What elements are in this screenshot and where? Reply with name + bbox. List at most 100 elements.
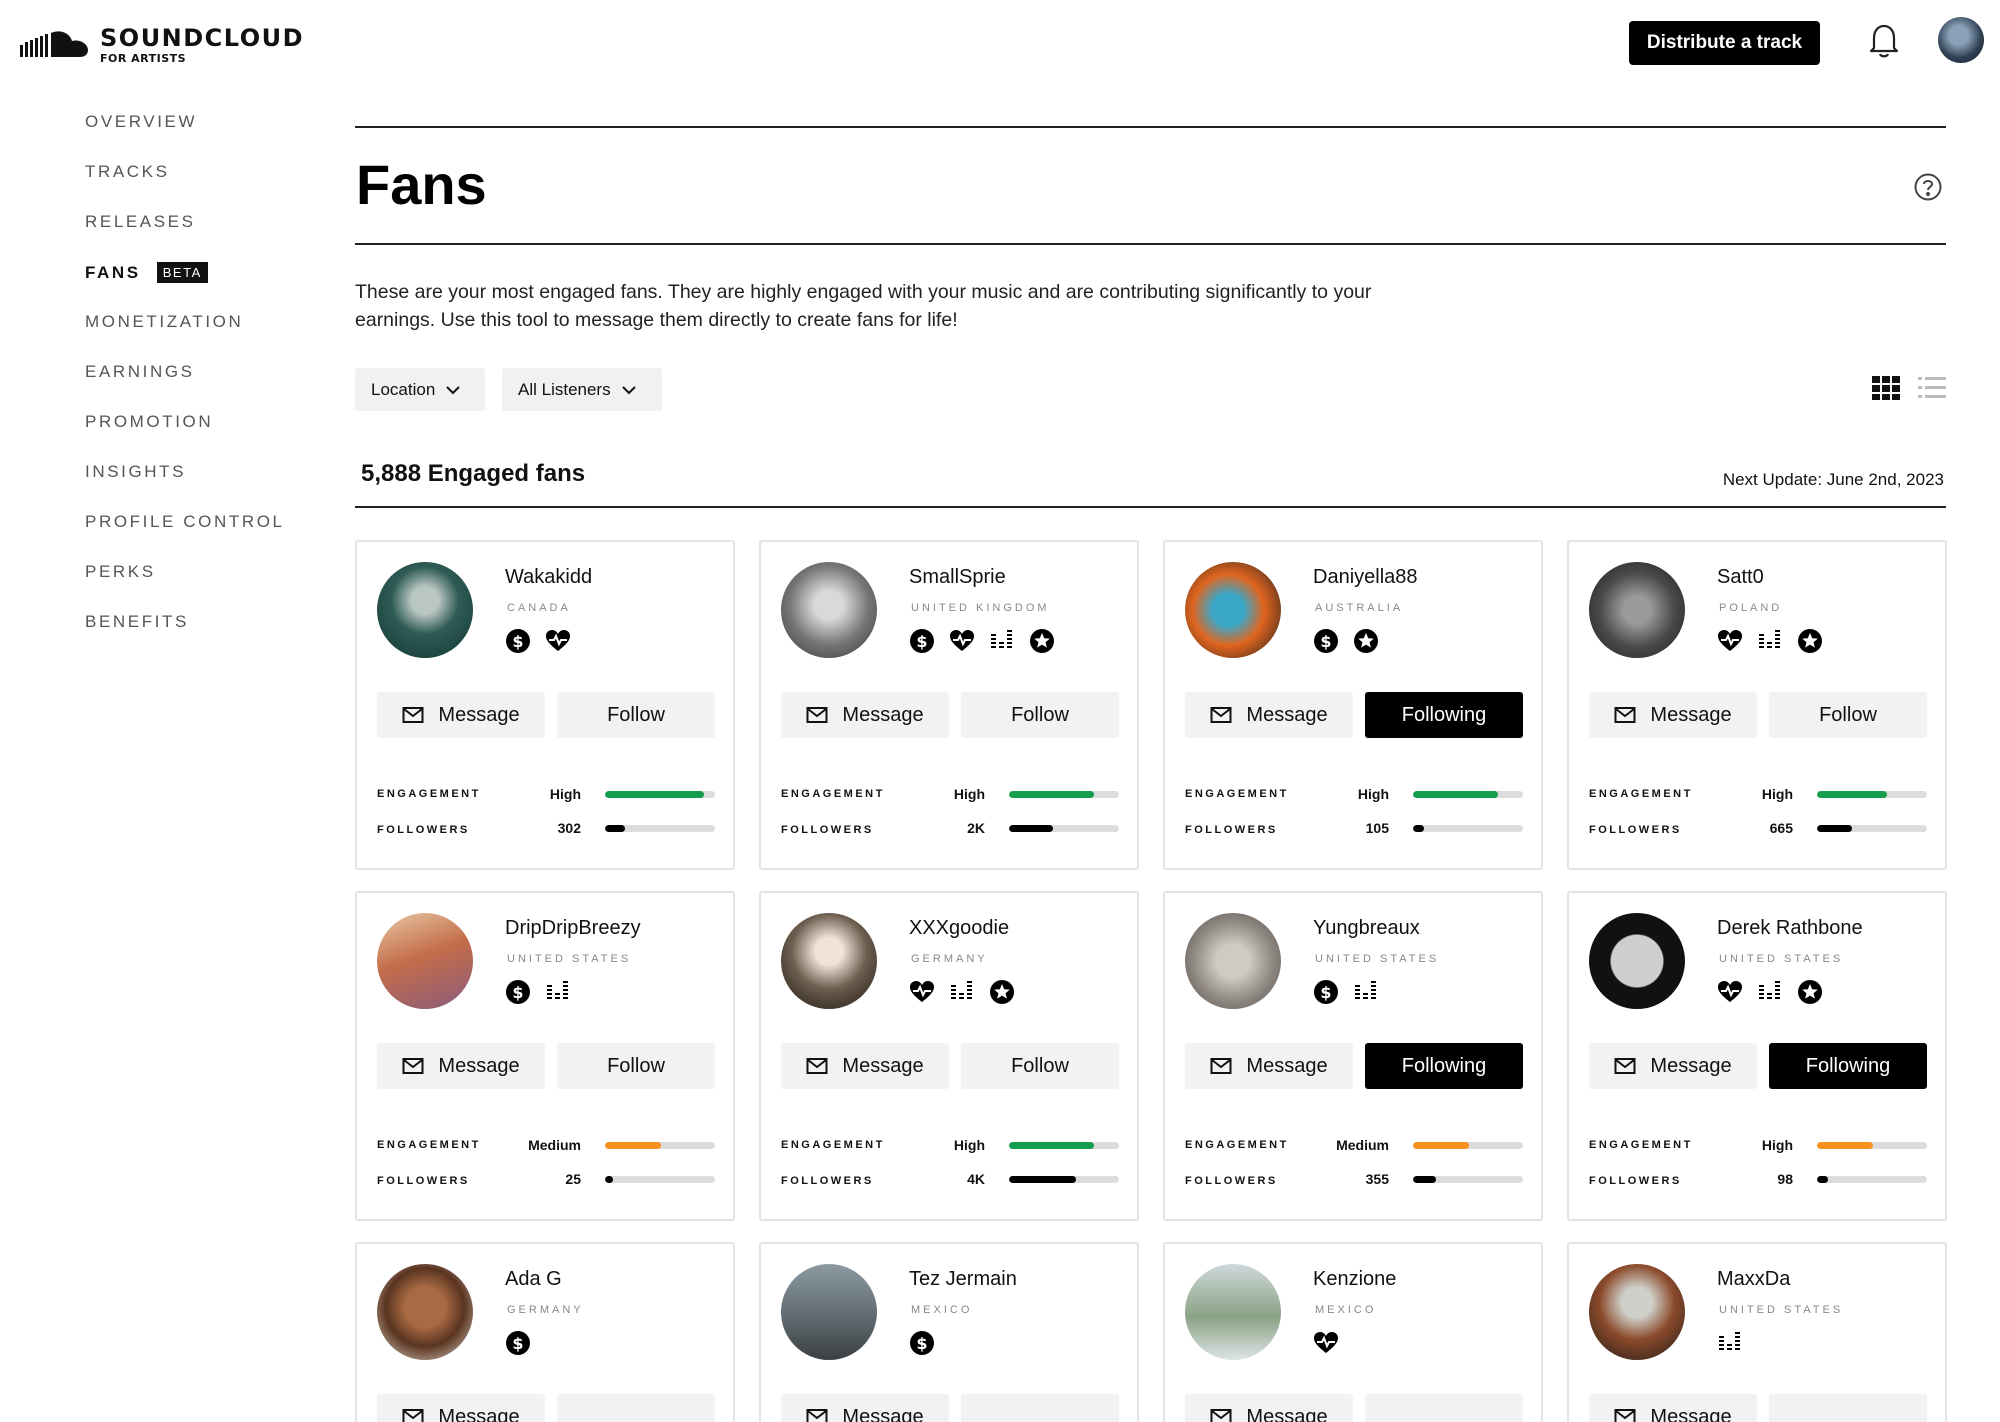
message-button[interactable]: Message — [1589, 1394, 1757, 1422]
message-button[interactable]: Message — [1589, 692, 1757, 738]
star-icon — [1353, 628, 1379, 654]
fan-avatar[interactable] — [781, 562, 877, 658]
follow-button[interactable]: Follow — [1769, 692, 1927, 738]
fan-avatar[interactable] — [781, 913, 877, 1009]
follow-button[interactable] — [557, 1394, 715, 1422]
sidebar-item-label: MONETIZATION — [85, 312, 244, 331]
message-button[interactable]: Message — [1589, 1043, 1757, 1089]
sidebar-item-overview[interactable]: OVERVIEW — [85, 112, 197, 132]
following-button[interactable]: Following — [1769, 1043, 1927, 1089]
message-button[interactable]: Message — [1185, 1043, 1353, 1089]
message-button[interactable]: Message — [377, 1043, 545, 1089]
listeners-filter-label: All Listeners — [518, 379, 611, 399]
follow-button[interactable]: Follow — [961, 1043, 1119, 1089]
engagement-bar-fill — [1009, 791, 1094, 798]
distribute-track-button[interactable]: Distribute a track — [1629, 21, 1820, 65]
fan-avatar[interactable] — [1589, 913, 1685, 1009]
top-divider — [355, 126, 1946, 128]
fan-name[interactable]: Yungbreaux — [1313, 917, 1420, 940]
followers-label: FOLLOWERS — [781, 1175, 874, 1187]
notifications-bell-icon[interactable] — [1864, 20, 1904, 65]
heart-icon — [545, 628, 571, 654]
fan-avatar[interactable] — [377, 913, 473, 1009]
fan-name[interactable]: Satt0 — [1717, 566, 1764, 589]
message-button[interactable]: Message — [781, 1394, 949, 1422]
mail-icon — [1210, 706, 1232, 724]
fan-name[interactable]: SmallSprie — [909, 566, 1006, 589]
follow-button[interactable] — [1769, 1394, 1927, 1422]
followers-label: FOLLOWERS — [781, 824, 874, 836]
brand-name: SOUNDCLOUD — [100, 24, 305, 52]
fan-card: XXXgoodie GERMANY Message Follow ENGAGEMENT H… — [759, 891, 1139, 1221]
message-button[interactable]: Message — [781, 692, 949, 738]
equalizer-icon — [545, 979, 571, 1005]
fan-avatar[interactable] — [1185, 913, 1281, 1009]
help-icon[interactable] — [1913, 172, 1943, 207]
location-filter[interactable]: Location — [355, 368, 485, 411]
fan-name[interactable]: Derek Rathbone — [1717, 917, 1863, 940]
message-button[interactable]: Message — [1185, 1394, 1353, 1422]
follow-button[interactable]: Follow — [961, 692, 1119, 738]
sidebar-item-tracks[interactable]: TRACKS — [85, 162, 170, 182]
message-button[interactable]: Message — [781, 1043, 949, 1089]
engagement-value: High — [1357, 786, 1389, 802]
sidebar-item-promotion[interactable]: PROMOTION — [85, 412, 213, 432]
sidebar-item-profile-control[interactable]: PROFILE CONTROL — [85, 512, 285, 532]
fan-avatar[interactable] — [1589, 562, 1685, 658]
fan-name[interactable]: XXXgoodie — [909, 917, 1009, 940]
fan-country: CANADA — [507, 602, 571, 614]
grid-view-icon[interactable] — [1872, 376, 1900, 405]
message-button[interactable]: Message — [377, 692, 545, 738]
sidebar-item-fans[interactable]: FANS BETA — [85, 262, 208, 283]
sidebar-item-earnings[interactable]: EARNINGS — [85, 362, 195, 382]
message-label: Message — [842, 703, 924, 726]
followers-bar-fill — [1009, 825, 1053, 832]
fan-name[interactable]: Tez Jermain — [909, 1268, 1017, 1291]
sidebar-item-perks[interactable]: PERKS — [85, 562, 156, 582]
fan-name[interactable]: Kenzione — [1313, 1268, 1396, 1291]
fan-avatar[interactable] — [377, 1264, 473, 1360]
listeners-filter[interactable]: All Listeners — [502, 368, 662, 411]
fan-card: DripDripBreezy UNITED STATES Message Follow… — [355, 891, 735, 1221]
sidebar-item-benefits[interactable]: BENEFITS — [85, 612, 189, 632]
sidebar-item-insights[interactable]: INSIGHTS — [85, 462, 186, 482]
mail-icon — [1210, 1408, 1232, 1422]
followers-value: 665 — [1769, 820, 1793, 836]
fan-avatar[interactable] — [1185, 562, 1281, 658]
fan-name[interactable]: MaxxDa — [1717, 1268, 1790, 1291]
following-button[interactable]: Following — [1365, 1043, 1523, 1089]
mail-icon — [806, 706, 828, 724]
mail-icon — [806, 1057, 828, 1075]
engagement-value: High — [953, 1137, 985, 1153]
sidebar-item-label: PROMOTION — [85, 412, 214, 431]
sidebar-item-monetization[interactable]: MONETIZATION — [85, 312, 243, 332]
follow-button[interactable] — [961, 1394, 1119, 1422]
follow-button[interactable]: Follow — [557, 1043, 715, 1089]
sidebar-item-releases[interactable]: RELEASES — [85, 212, 196, 232]
mail-icon — [402, 706, 424, 724]
fan-name[interactable]: Ada G — [505, 1268, 562, 1291]
engagement-value: Medium — [1336, 1137, 1389, 1153]
list-view-icon[interactable] — [1918, 376, 1946, 405]
fan-avatar[interactable] — [1589, 1264, 1685, 1360]
message-button[interactable]: Message — [1185, 692, 1353, 738]
fan-name[interactable]: Daniyella88 — [1313, 566, 1418, 589]
fan-avatar[interactable] — [377, 562, 473, 658]
follow-button[interactable]: Follow — [557, 692, 715, 738]
message-label: Message — [842, 1054, 924, 1077]
message-button[interactable]: Message — [377, 1394, 545, 1422]
user-avatar[interactable] — [1938, 17, 1984, 63]
followers-bar — [1817, 825, 1927, 832]
fan-name[interactable]: DripDripBreezy — [505, 917, 641, 940]
fan-avatar[interactable] — [781, 1264, 877, 1360]
dollar-icon — [505, 628, 531, 654]
following-button[interactable]: Following — [1365, 692, 1523, 738]
soundcloud-logo[interactable]: SOUNDCLOUD FOR ARTISTS — [20, 26, 304, 64]
message-label: Message — [1650, 703, 1732, 726]
fan-badges — [909, 1330, 935, 1356]
fan-name[interactable]: Wakakidd — [505, 566, 592, 589]
dollar-icon — [909, 1330, 935, 1356]
follow-button[interactable] — [1365, 1394, 1523, 1422]
fan-avatar[interactable] — [1185, 1264, 1281, 1360]
fan-country: UNITED STATES — [507, 953, 632, 965]
